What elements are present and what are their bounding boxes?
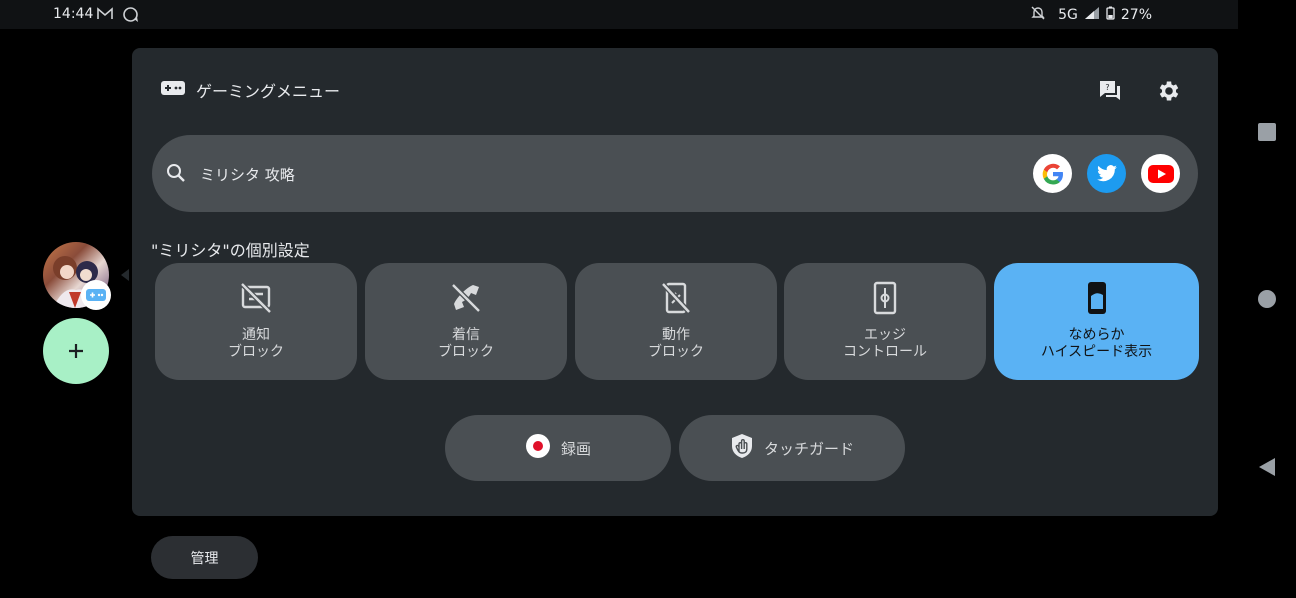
avatar-pointer	[121, 269, 129, 281]
gaming-menu-panel: ゲーミングメニュー ? "ミリシタ"の個別設定	[132, 48, 1218, 516]
touch-guard-icon	[730, 433, 754, 463]
record-icon	[525, 433, 551, 463]
add-game-button[interactable]	[43, 318, 109, 384]
network-type: 5G	[1058, 7, 1078, 23]
twitter-search-icon[interactable]	[1087, 154, 1126, 193]
tile-label: エッジ コントロール	[843, 327, 927, 360]
tile-notification-block[interactable]: 通知 ブロック	[155, 263, 357, 380]
chat-bubble-icon	[122, 6, 140, 28]
tile-label: 着信 ブロック	[438, 327, 494, 360]
gamepad-icon	[160, 79, 186, 101]
google-search-icon[interactable]	[1033, 154, 1072, 193]
call-block-icon	[449, 280, 483, 316]
notification-off-icon	[239, 280, 273, 316]
settings-gear-icon[interactable]	[1156, 78, 1184, 106]
svg-text:?: ?	[1105, 83, 1109, 92]
home-icon[interactable]	[1258, 290, 1276, 312]
edge-control-icon	[868, 280, 902, 316]
record-button[interactable]: 録画	[445, 415, 671, 481]
touch-guard-label: タッチガード	[763, 439, 854, 458]
search-bar	[152, 135, 1198, 212]
tile-label: なめらか ハイスピード表示	[1040, 327, 1153, 360]
smooth-display-icon	[1080, 280, 1114, 316]
search-input[interactable]	[198, 159, 802, 189]
youtube-search-icon[interactable]	[1141, 154, 1180, 193]
manage-button[interactable]: 管理	[151, 536, 258, 579]
status-time: 14:44	[53, 6, 94, 22]
gmail-icon	[96, 6, 114, 26]
help-chat-icon[interactable]: ?	[1097, 78, 1125, 106]
battery-icon	[1106, 6, 1115, 24]
tile-touch-block[interactable]: 動作 ブロック	[575, 263, 777, 380]
signal-icon	[1084, 6, 1100, 24]
tile-label: 動作 ブロック	[648, 327, 704, 360]
tile-call-block[interactable]: 着信 ブロック	[365, 263, 567, 380]
record-label: 録画	[560, 439, 591, 458]
panel-header: ゲーミングメニュー	[160, 78, 340, 102]
tile-label: 通知 ブロック	[228, 327, 284, 360]
battery-level: 27%	[1120, 7, 1152, 23]
recents-icon[interactable]	[1258, 123, 1276, 145]
tile-edge-control[interactable]: エッジ コントロール	[784, 263, 986, 380]
status-bar: 14:44 5G 27%	[0, 0, 1238, 29]
touch-guard-button[interactable]: タッチガード	[679, 415, 905, 481]
tile-smooth-display[interactable]: なめらか ハイスピード表示	[994, 263, 1199, 380]
touch-block-icon	[659, 280, 693, 316]
silent-icon	[1030, 5, 1046, 25]
plus-icon	[69, 344, 83, 358]
search-icon	[166, 163, 186, 187]
gaming-badge-icon	[81, 280, 111, 310]
navigation-bar	[1238, 29, 1296, 598]
section-title: "ミリシタ"の個別設定	[151, 241, 310, 260]
panel-title: ゲーミングメニュー	[196, 82, 341, 101]
back-icon[interactable]	[1258, 457, 1276, 481]
